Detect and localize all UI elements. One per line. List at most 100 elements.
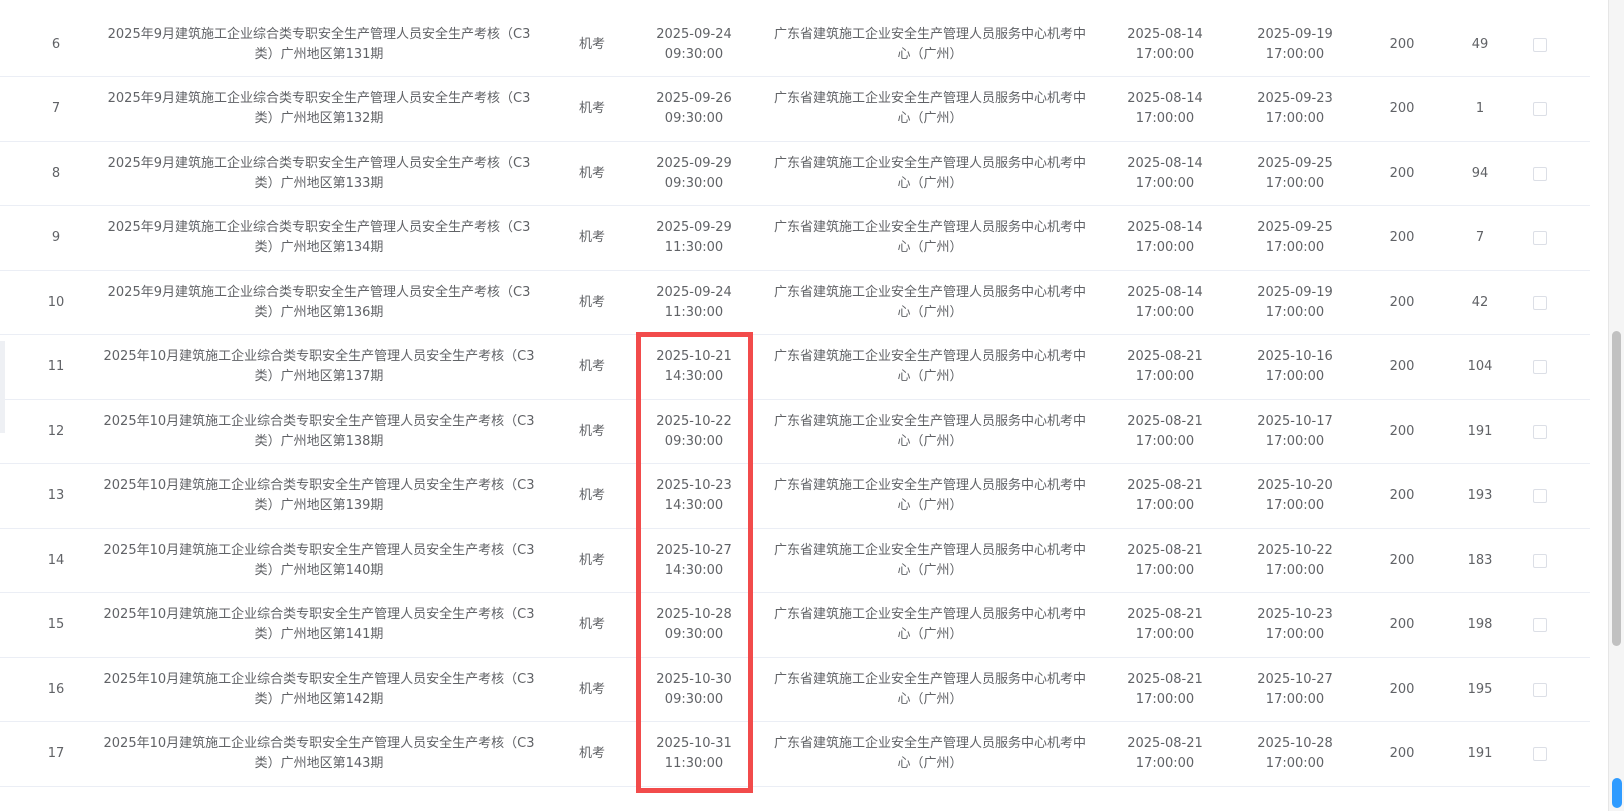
capacity-cell: 200 <box>1362 142 1442 205</box>
capacity: 200 <box>1389 165 1415 181</box>
signup-open-cell: 2025-08-14 17:00:00 <box>1110 142 1220 205</box>
exam-date: 2025-09-29 <box>656 220 732 235</box>
exam-org: 广东省建筑施工企业安全生产管理人员服务中心机考中心（广州） <box>773 91 1086 126</box>
exam-type: 机考 <box>578 681 605 697</box>
capacity-cell: 200 <box>1362 723 1442 786</box>
select-cell <box>1520 400 1560 463</box>
row-select-checkbox[interactable] <box>1533 424 1547 439</box>
remaining-seats: 49 <box>1471 36 1489 52</box>
row-select-checkbox[interactable] <box>1533 553 1547 568</box>
signup-close-date: 2025-09-25 <box>1257 220 1333 235</box>
table-row[interactable]: 10 2025年9月建筑施工企业综合类专职安全生产管理人员安全生产考核（C3类）广… <box>0 271 1590 335</box>
table-row[interactable]: 13 2025年10月建筑施工企业综合类专职安全生产管理人员安全生产考核（C3类）… <box>0 465 1590 529</box>
table-row[interactable]: 9 2025年9月建筑施工企业综合类专职安全生产管理人员安全生产考核（C3类）广州… <box>0 207 1590 271</box>
row-select-checkbox[interactable] <box>1533 747 1547 761</box>
remaining-seats: 7 <box>1475 230 1485 245</box>
signup-close-cell: 2025-09-25 17:00:00 <box>1240 142 1350 205</box>
remaining-cell: 1 <box>1440 78 1520 141</box>
vertical-scrollbar[interactable] <box>1608 0 1624 811</box>
exam-time-cell: 2025-10-31 11:30:00 <box>640 723 748 786</box>
signup-close-cell: 2025-09-25 17:00:00 <box>1240 207 1350 270</box>
exam-time: 09:30:00 <box>664 46 724 62</box>
signup-open-date: 2025-08-14 <box>1127 91 1203 106</box>
exam-type-cell: 机考 <box>556 336 628 399</box>
exam-org-cell: 广东省建筑施工企业安全生产管理人员服务中心机考中心（广州） <box>770 400 1090 463</box>
row-select-checkbox[interactable] <box>1533 166 1547 181</box>
exam-name-cell: 2025年10月建筑施工企业综合类专职安全生产管理人员安全生产考核（C3类）广州… <box>95 336 543 399</box>
signup-close-cell: 2025-10-16 17:00:00 <box>1240 336 1350 399</box>
signup-open-time: 17:00:00 <box>1135 46 1195 62</box>
exam-name-cell: 2025年10月建筑施工企业综合类专职安全生产管理人员安全生产考核（C3类）广州… <box>95 594 543 657</box>
signup-open-date: 2025-08-14 <box>1127 284 1203 300</box>
exam-type: 机考 <box>578 101 605 116</box>
select-cell <box>1520 465 1560 528</box>
row-select-checkbox[interactable] <box>1533 360 1547 374</box>
select-cell <box>1520 594 1560 657</box>
row-select-checkbox[interactable] <box>1533 618 1547 632</box>
remaining-cell: 183 <box>1440 529 1520 592</box>
scrollbar-thumb[interactable] <box>1612 331 1621 646</box>
signup-close-date: 2025-10-17 <box>1257 413 1333 429</box>
capacity-cell: 200 <box>1362 594 1442 657</box>
exam-time: 14:30:00 <box>664 562 724 578</box>
exam-name: 2025年10月建筑施工企业综合类专职安全生产管理人员安全生产考核（C3类）广州… <box>103 413 535 449</box>
signup-open-cell: 2025-08-21 17:00:00 <box>1110 336 1220 399</box>
exam-date: 2025-10-31 <box>656 736 732 751</box>
exam-type: 机考 <box>578 552 605 568</box>
remaining-cell: 104 <box>1440 336 1520 399</box>
exam-time-cell: 2025-10-21 14:30:00 <box>640 336 748 399</box>
row-select-checkbox[interactable] <box>1533 295 1547 310</box>
exam-name-cell: 2025年10月建筑施工企业综合类专职安全生产管理人员安全生产考核（C3类）广州… <box>95 658 543 721</box>
exam-time: 09:30:00 <box>664 691 724 707</box>
table-row[interactable]: 14 2025年10月建筑施工企业综合类专职安全生产管理人员安全生产考核（C3类）… <box>0 529 1590 593</box>
exam-date: 2025-10-30 <box>656 671 732 687</box>
remaining-seats: 42 <box>1471 294 1489 310</box>
exam-date: 2025-09-24 <box>656 284 732 300</box>
row-number-text: 17 <box>47 746 65 761</box>
exam-name: 2025年9月建筑施工企业综合类专职安全生产管理人员安全生产考核（C3类）广州地… <box>107 155 531 191</box>
row-number: 10 <box>20 271 92 334</box>
table-row[interactable]: 7 2025年9月建筑施工企业综合类专职安全生产管理人员安全生产考核（C3类）广州… <box>0 78 1590 142</box>
remaining-cell: 7 <box>1440 207 1520 270</box>
signup-open-time: 17:00:00 <box>1135 627 1195 642</box>
signup-open-cell: 2025-08-21 17:00:00 <box>1110 594 1220 657</box>
row-select-checkbox[interactable] <box>1533 682 1547 697</box>
signup-open-date: 2025-08-21 <box>1127 736 1203 751</box>
signup-open-cell: 2025-08-21 17:00:00 <box>1110 723 1220 786</box>
exam-name-cell: 2025年10月建筑施工企业综合类专职安全生产管理人员安全生产考核（C3类）广州… <box>95 723 543 786</box>
signup-open-date: 2025-08-21 <box>1127 542 1203 558</box>
capacity-cell: 200 <box>1362 78 1442 141</box>
select-cell <box>1520 271 1560 334</box>
signup-close-cell: 2025-10-22 17:00:00 <box>1240 529 1350 592</box>
exam-date: 2025-10-23 <box>656 478 732 493</box>
exam-name: 2025年10月建筑施工企业综合类专职安全生产管理人员安全生产考核（C3类）广州… <box>103 542 535 578</box>
exam-org: 广东省建筑施工企业安全生产管理人员服务中心机考中心（广州） <box>773 349 1086 384</box>
exam-name-cell: 2025年10月建筑施工企业综合类专职安全生产管理人员安全生产考核（C3类）广州… <box>95 529 543 592</box>
exam-time-cell: 2025-10-22 09:30:00 <box>640 400 748 463</box>
row-select-checkbox[interactable] <box>1533 102 1547 116</box>
exam-type-cell: 机考 <box>556 271 628 334</box>
capacity-cell: 200 <box>1362 465 1442 528</box>
exam-org-cell: 广东省建筑施工企业安全生产管理人员服务中心机考中心（广州） <box>770 465 1090 528</box>
remaining-cell: 191 <box>1440 400 1520 463</box>
table-row[interactable]: 8 2025年9月建筑施工企业综合类专职安全生产管理人员安全生产考核（C3类）广州… <box>0 142 1590 206</box>
exam-org: 广东省建筑施工企业安全生产管理人员服务中心机考中心（广州） <box>773 607 1086 642</box>
select-cell <box>1520 336 1560 399</box>
exam-time: 14:30:00 <box>664 498 724 513</box>
table-row[interactable]: 11 2025年10月建筑施工企业综合类专职安全生产管理人员安全生产考核（C3类）… <box>0 336 1590 400</box>
row-number: 16 <box>20 658 92 721</box>
exam-name-cell: 2025年10月建筑施工企业综合类专职安全生产管理人员安全生产考核（C3类）广州… <box>95 465 543 528</box>
row-select-checkbox[interactable] <box>1533 489 1547 503</box>
remaining-cell: 191 <box>1440 723 1520 786</box>
row-select-checkbox[interactable] <box>1533 37 1547 52</box>
signup-close-time: 17:00:00 <box>1265 304 1325 320</box>
signup-open-date: 2025-08-21 <box>1127 607 1203 622</box>
row-select-checkbox[interactable] <box>1533 231 1547 245</box>
table-row[interactable]: 12 2025年10月建筑施工企业综合类专职安全生产管理人员安全生产考核（C3类）… <box>0 400 1590 464</box>
remaining-cell: 198 <box>1440 594 1520 657</box>
select-cell <box>1520 529 1560 592</box>
table-row[interactable]: 16 2025年10月建筑施工企业综合类专职安全生产管理人员安全生产考核（C3类）… <box>0 658 1590 722</box>
table-row[interactable]: 17 2025年10月建筑施工企业综合类专职安全生产管理人员安全生产考核（C3类）… <box>0 723 1590 787</box>
table-row[interactable]: 6 2025年9月建筑施工企业综合类专职安全生产管理人员安全生产考核（C3类）广州… <box>0 13 1590 77</box>
table-row[interactable]: 15 2025年10月建筑施工企业综合类专职安全生产管理人员安全生产考核（C3类）… <box>0 594 1590 658</box>
